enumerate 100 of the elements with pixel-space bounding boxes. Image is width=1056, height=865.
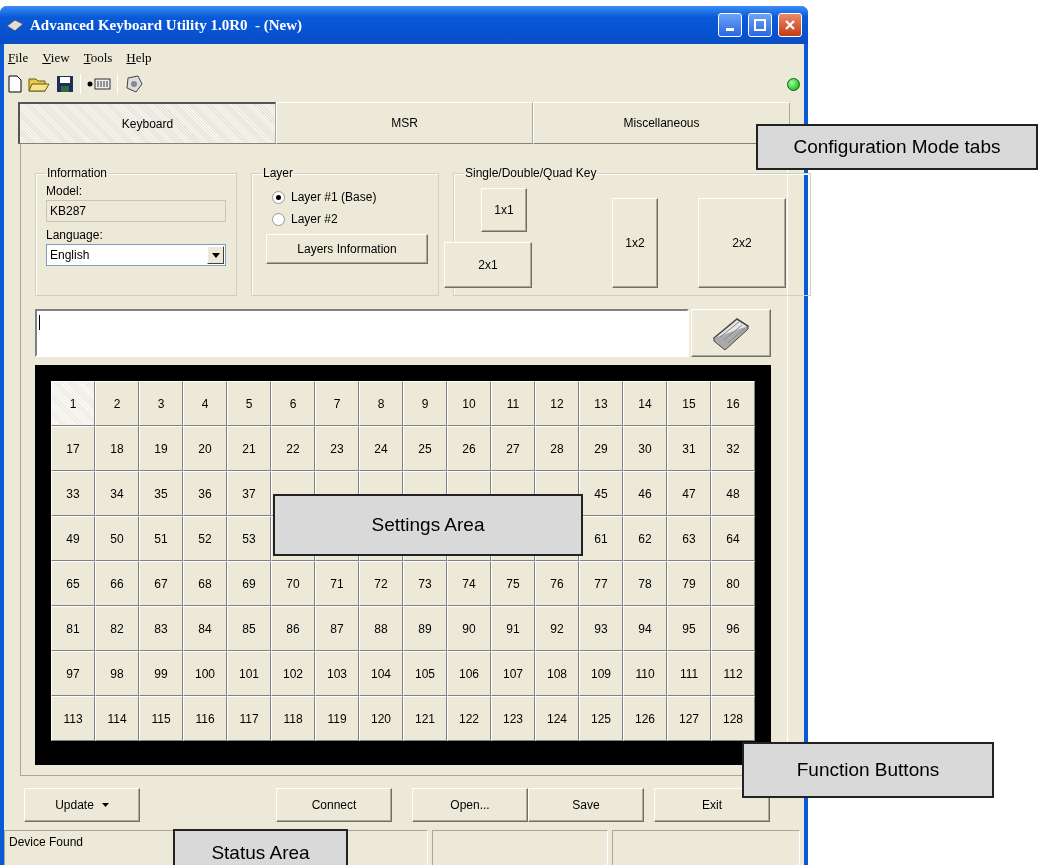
key-cell[interactable]: 88 [359,606,403,651]
key-cell[interactable]: 45 [579,471,623,516]
key-cell[interactable]: 24 [359,426,403,471]
key-cell[interactable]: 36 [183,471,227,516]
key-cell[interactable]: 17 [51,426,95,471]
key-cell[interactable]: 53 [227,516,271,561]
key-cell[interactable]: 68 [183,561,227,606]
key-cell[interactable]: 107 [491,651,535,696]
action-button[interactable]: Connect [276,788,392,822]
key-cell[interactable]: 112 [711,651,755,696]
key-cell[interactable]: 120 [359,696,403,741]
key-cell[interactable]: 2 [95,381,139,426]
key-cell[interactable]: 80 [711,561,755,606]
key-cell[interactable]: 83 [139,606,183,651]
key-cell[interactable]: 75 [491,561,535,606]
key-cell[interactable]: 100 [183,651,227,696]
key-cell[interactable]: 49 [51,516,95,561]
key-cell[interactable]: 90 [447,606,491,651]
key-cell[interactable]: 86 [271,606,315,651]
key-cell[interactable]: 52 [183,516,227,561]
key-cell[interactable]: 95 [667,606,711,651]
keyboard-button[interactable] [691,309,771,357]
key-cell[interactable]: 26 [447,426,491,471]
key-cell[interactable]: 127 [667,696,711,741]
key-cell[interactable]: 25 [403,426,447,471]
settings-icon[interactable] [124,74,144,94]
key-size-button[interactable]: 1x2 [612,198,658,288]
key-cell[interactable]: 123 [491,696,535,741]
new-file-icon[interactable] [8,75,22,93]
key-cell[interactable]: 115 [139,696,183,741]
key-cell[interactable]: 119 [315,696,359,741]
radio-button[interactable] [272,190,285,204]
key-cell[interactable]: 124 [535,696,579,741]
key-cell[interactable]: 30 [623,426,667,471]
menu-item[interactable]: File [8,50,29,68]
minimize-button[interactable] [718,13,742,37]
key-cell[interactable]: 128 [711,696,755,741]
key-cell[interactable]: 85 [227,606,271,651]
key-cell[interactable]: 118 [271,696,315,741]
close-button[interactable] [778,13,802,37]
key-cell[interactable]: 104 [359,651,403,696]
key-cell[interactable]: 117 [227,696,271,741]
key-cell[interactable]: 9 [403,381,447,426]
tab[interactable]: Miscellaneous [533,102,790,144]
key-cell[interactable]: 109 [579,651,623,696]
layers-information-button[interactable]: Layers Information [266,234,428,264]
key-cell[interactable]: 34 [95,471,139,516]
key-cell[interactable]: 19 [139,426,183,471]
key-cell[interactable]: 61 [579,516,623,561]
key-cell[interactable]: 14 [623,381,667,426]
key-cell[interactable]: 48 [711,471,755,516]
menu-item[interactable]: Help [126,50,152,68]
key-cell[interactable]: 116 [183,696,227,741]
key-cell[interactable]: 84 [183,606,227,651]
radio-button[interactable] [272,212,285,226]
key-cell[interactable]: 79 [667,561,711,606]
key-cell[interactable]: 110 [623,651,667,696]
key-cell[interactable]: 72 [359,561,403,606]
key-cell[interactable]: 32 [711,426,755,471]
key-cell[interactable]: 4 [183,381,227,426]
dropdown-button[interactable]: Update [24,788,140,822]
model-field[interactable]: KB287 [46,200,226,222]
key-cell[interactable]: 64 [711,516,755,561]
key-cell[interactable]: 103 [315,651,359,696]
key-cell[interactable]: 99 [139,651,183,696]
key-input-field[interactable] [35,309,689,357]
key-cell[interactable]: 37 [227,471,271,516]
key-cell[interactable]: 28 [535,426,579,471]
key-cell[interactable]: 21 [227,426,271,471]
action-button[interactable]: Save [528,788,644,822]
save-icon[interactable] [56,75,74,93]
key-cell[interactable]: 5 [227,381,271,426]
key-cell[interactable]: 33 [51,471,95,516]
key-cell[interactable]: 18 [95,426,139,471]
key-cell[interactable]: 23 [315,426,359,471]
key-size-button[interactable]: 2x2 [698,198,786,288]
key-cell[interactable]: 77 [579,561,623,606]
key-cell[interactable]: 70 [271,561,315,606]
key-cell[interactable]: 46 [623,471,667,516]
key-cell[interactable]: 92 [535,606,579,651]
key-cell[interactable]: 16 [711,381,755,426]
key-cell[interactable]: 63 [667,516,711,561]
key-cell[interactable]: 35 [139,471,183,516]
key-cell[interactable]: 22 [271,426,315,471]
key-cell[interactable]: 71 [315,561,359,606]
menu-item[interactable]: View [42,50,70,68]
key-cell[interactable]: 101 [227,651,271,696]
action-button[interactable]: Open... [412,788,528,822]
key-size-button[interactable]: 2x1 [444,242,532,288]
key-cell[interactable]: 62 [623,516,667,561]
key-cell[interactable]: 106 [447,651,491,696]
key-cell[interactable]: 1 [51,381,95,426]
key-cell[interactable]: 31 [667,426,711,471]
key-cell[interactable]: 78 [623,561,667,606]
key-cell[interactable]: 7 [315,381,359,426]
key-cell[interactable]: 74 [447,561,491,606]
key-cell[interactable]: 93 [579,606,623,651]
key-cell[interactable]: 91 [491,606,535,651]
action-button[interactable]: Exit [654,788,770,822]
key-cell[interactable]: 126 [623,696,667,741]
